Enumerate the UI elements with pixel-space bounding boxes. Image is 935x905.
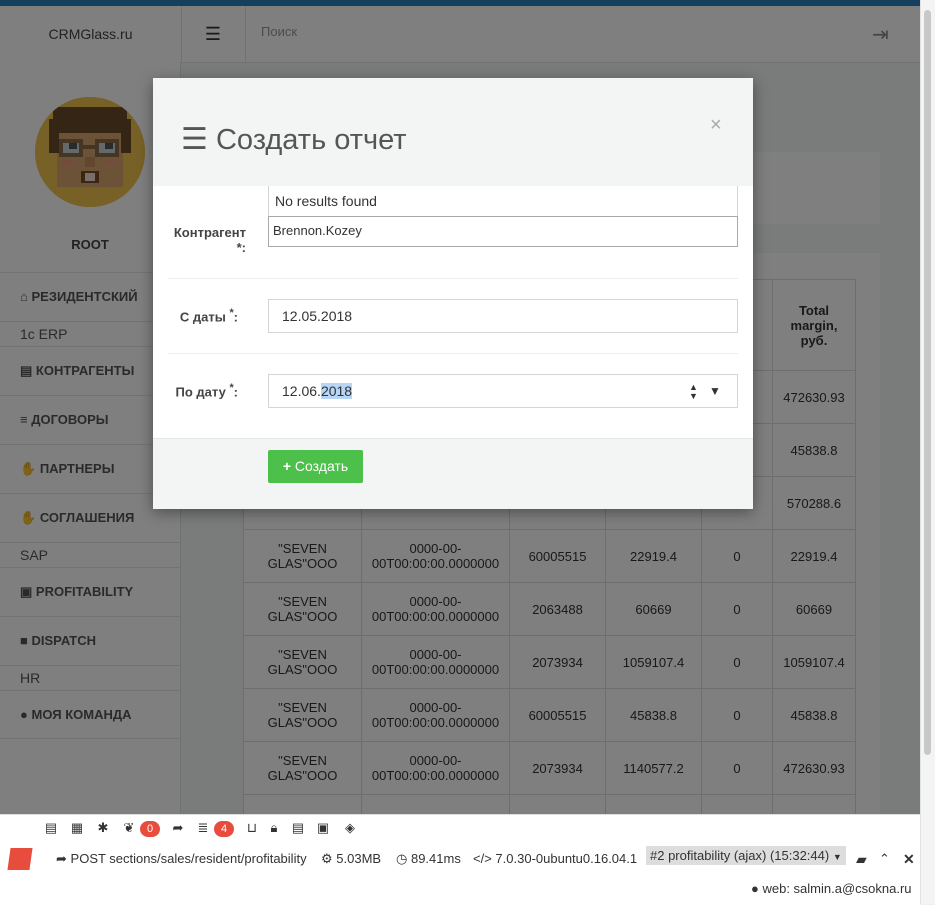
messages-count-badge: 0 <box>140 820 160 837</box>
to-date-input[interactable]: 12.06.2018 ▲ ▼ ▼ <box>268 374 738 408</box>
tags-icon[interactable]: ◈ <box>342 820 358 836</box>
leaf-icon[interactable]: ❦ <box>121 820 137 836</box>
user-icon: ● <box>751 881 759 896</box>
archive-icon[interactable]: ▣ <box>315 820 331 836</box>
spin-arrows-icon[interactable]: ▲ ▼ <box>689 375 698 401</box>
queries-count-badge: 4 <box>214 820 234 837</box>
divider <box>168 353 738 354</box>
request-info: ➦ POST sections/sales/resident/profitabi… <box>56 851 307 866</box>
from-date-label: С даты *: <box>179 307 238 325</box>
plus-icon: + <box>282 458 292 474</box>
counterparty-label: Контрагент *: <box>173 225 246 255</box>
counterparty-no-results: No results found <box>268 186 738 217</box>
lock-icon[interactable]: 🔒︎ <box>266 820 282 836</box>
clock-icon: ◷ <box>396 851 408 866</box>
memory-usage: ⚙ 5.03MB <box>321 851 382 866</box>
php-version: </> 7.0.30-0ubuntu0.16.04.1 <box>473 851 638 866</box>
create-button[interactable]: + Создать <box>268 450 363 483</box>
timeline-tab-icon[interactable]: ▦ <box>69 820 85 836</box>
database-icon[interactable]: ≣ <box>195 820 211 836</box>
from-date-input[interactable]: 12.05.2018 <box>268 299 738 333</box>
list-tab-icon[interactable]: ▤ <box>290 820 306 836</box>
chevron-up-icon[interactable]: ⌃ <box>879 851 890 867</box>
open-folder-icon[interactable]: ▰ <box>856 851 867 868</box>
chevron-down-icon: ▼ <box>832 852 842 862</box>
current-user: ● web: salmin.a@csokna.ru <box>751 881 912 896</box>
bug-icon[interactable]: ✱ <box>95 820 111 836</box>
inbox-icon[interactable]: ⊔ <box>244 820 260 836</box>
modal-title: ☰ Создать отчет <box>181 123 407 156</box>
create-report-modal: ☰ Создать отчет × Контрагент *: No resul… <box>153 78 753 509</box>
counterparty-input[interactable]: Brennon.Kozey <box>268 216 738 247</box>
chevron-down-icon[interactable]: ▼ <box>709 375 721 407</box>
close-icon[interactable]: × <box>710 114 722 137</box>
list-icon: ☰ <box>181 123 208 156</box>
request-select[interactable]: #2 profitability (ajax) (15:32:44) ▼ <box>646 846 846 865</box>
cogs-icon: ⚙ <box>321 851 333 866</box>
to-date-label: По дату *: <box>175 382 239 400</box>
messages-tab-icon[interactable]: ▤ <box>43 820 59 836</box>
request-duration: ◷ 89.41ms <box>396 851 461 866</box>
divider <box>168 278 738 279</box>
share-icon: ➦ <box>56 851 67 866</box>
modal-header: ☰ Создать отчет × <box>153 78 753 186</box>
close-icon[interactable]: ✕ <box>903 851 915 868</box>
modal-footer <box>153 438 753 509</box>
laravel-logo-icon[interactable] <box>7 848 33 870</box>
code-icon: </> <box>473 851 492 866</box>
scrollbar-thumb[interactable] <box>924 10 931 755</box>
share-icon[interactable]: ➦ <box>170 820 186 836</box>
